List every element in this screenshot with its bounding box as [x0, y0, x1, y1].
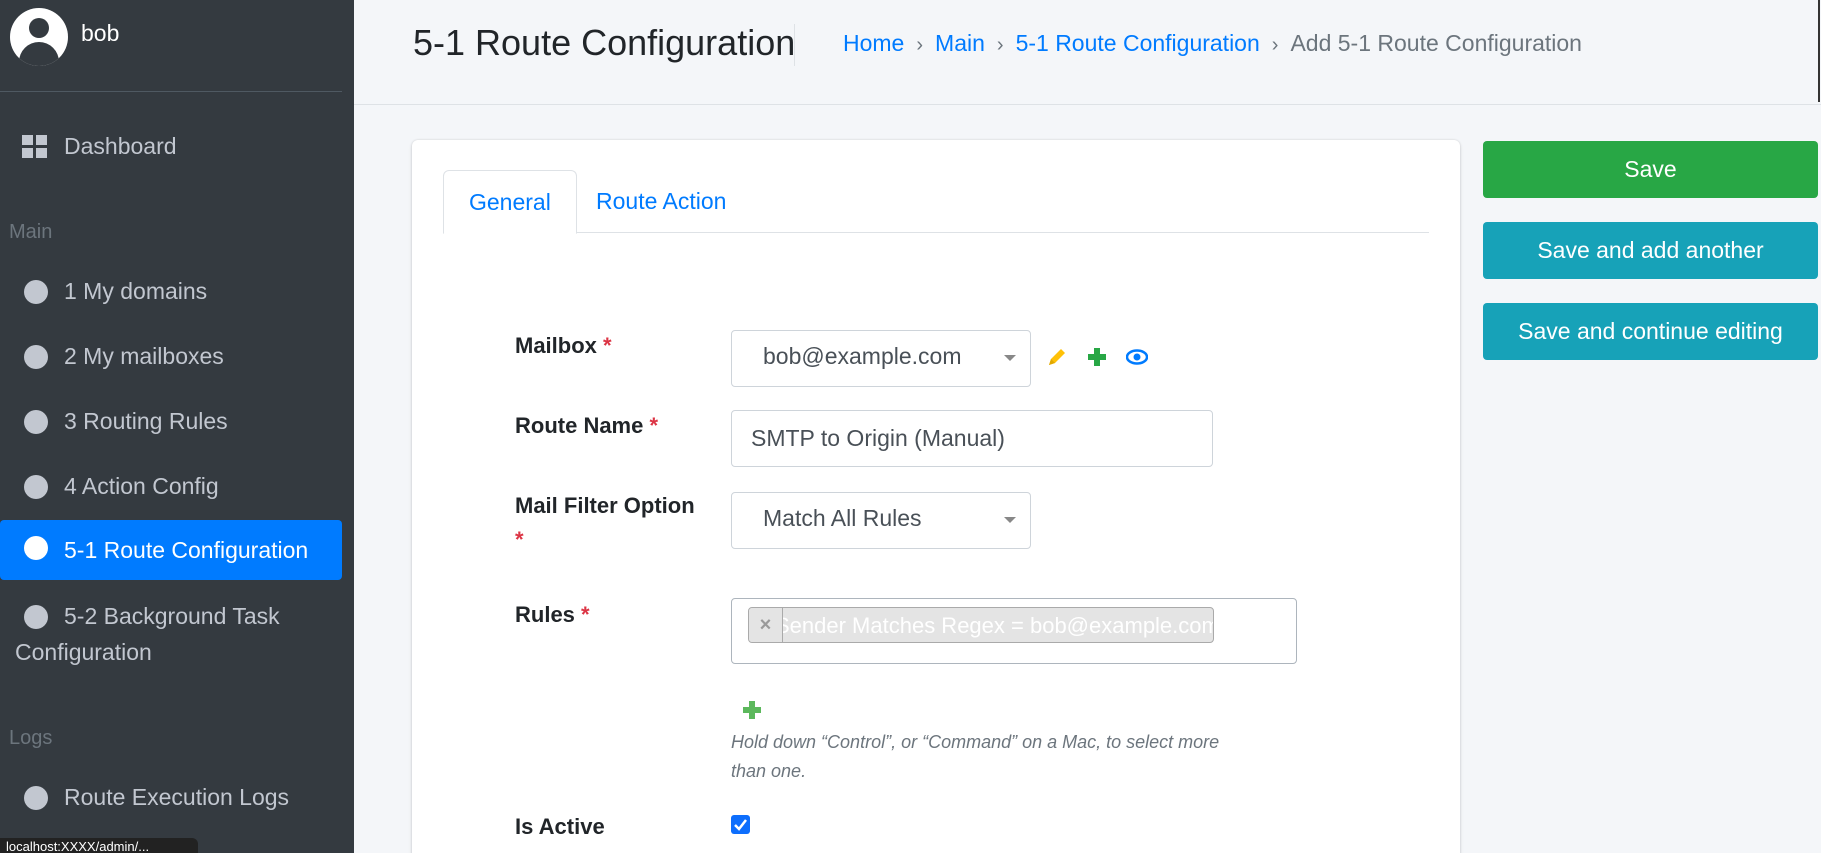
sidebar-item-dashboard[interactable]: Dashboard	[0, 129, 342, 163]
circle-icon	[24, 605, 48, 629]
sidebar-item-label: 2 My mailboxes	[64, 343, 224, 369]
sidebar-item-my-domains[interactable]: 1 My domains	[0, 274, 342, 308]
page-title: 5-1 Route Configuration	[413, 22, 796, 63]
circle-icon	[24, 475, 48, 499]
sidebar-item-my-mailboxes[interactable]: 2 My mailboxes	[0, 339, 342, 373]
sidebar-item-label-line2: Configuration	[15, 639, 152, 665]
sidebar-item-label: 1 My domains	[64, 278, 208, 304]
chevron-down-icon	[1004, 355, 1016, 361]
tab-general[interactable]: General	[443, 170, 577, 234]
route-name-label: Route Name *	[515, 413, 659, 438]
tab-route-action[interactable]: Route Action	[571, 170, 751, 233]
tab-bar: General Route Action	[443, 170, 1429, 234]
is-active-checkbox[interactable]	[731, 815, 750, 834]
title-divider	[794, 24, 795, 66]
save-button[interactable]: Save	[1483, 141, 1818, 198]
is-active-label: Is Active	[515, 814, 605, 839]
view-eye-icon[interactable]	[1125, 346, 1149, 368]
sidebar-section-main: Main	[9, 221, 53, 243]
mail-filter-select[interactable]: Match All Rules	[731, 492, 1031, 549]
add-rule-plus-icon[interactable]	[741, 699, 763, 721]
sidebar-item-routing-rules[interactable]: 3 Routing Rules	[0, 404, 342, 438]
sidebar-item-background-task[interactable]: 5-2 Background Task Configuration	[0, 599, 342, 671]
breadcrumb-current: Add 5-1 Route Configuration	[1290, 30, 1582, 56]
user-panel: bob	[0, 0, 342, 92]
circle-icon	[24, 410, 48, 434]
circle-icon	[24, 280, 48, 304]
sidebar-item-route-configuration[interactable]: 5-1 Route Configuration	[0, 520, 342, 580]
mailbox-label: Mailbox *	[515, 333, 612, 358]
sidebar-item-label: 5-1 Route Configuration	[64, 537, 309, 563]
sidebar-item-label: Dashboard	[64, 133, 177, 159]
rule-chip: Sender Matches Regex = bob@example.com ×	[748, 607, 1214, 643]
circle-icon	[24, 536, 48, 560]
mailbox-select[interactable]: bob@example.com	[731, 330, 1031, 387]
chip-remove-icon[interactable]: ×	[749, 608, 783, 642]
sidebar-item-label: Route Execution Logs	[64, 784, 290, 810]
rule-chip-text: Sender Matches Regex = bob@example.com	[775, 613, 1214, 638]
rules-label: Rules *	[515, 602, 590, 627]
edit-pencil-icon[interactable]	[1046, 346, 1068, 368]
breadcrumb-main[interactable]: Main	[935, 30, 985, 56]
route-name-input[interactable]	[731, 410, 1213, 467]
scrollbar-edge	[1818, 0, 1820, 102]
breadcrumb-home[interactable]: Home	[843, 30, 904, 56]
sidebar-item-route-execution-logs[interactable]: Route Execution Logs	[0, 780, 342, 814]
sidebar-item-action-config[interactable]: 4 Action Config	[0, 469, 342, 503]
sidebar-item-label: 4 Action Config	[64, 473, 219, 499]
sidebar: bob Dashboard Main 1 My domains 2 My mai…	[0, 0, 354, 853]
dashboard-icon	[22, 135, 48, 159]
breadcrumb: Home › Main › 5-1 Route Configuration › Add 5-…	[843, 30, 1582, 57]
add-plus-icon[interactable]	[1086, 346, 1108, 368]
breadcrumb-route-configuration[interactable]: 5-1 Route Configuration	[1016, 30, 1260, 56]
sidebar-item-label: 3 Routing Rules	[64, 408, 228, 434]
username[interactable]: bob	[81, 20, 119, 47]
mail-filter-label: Mail Filter Option	[515, 493, 695, 518]
breadcrumb-separator: ›	[916, 34, 924, 56]
mail-filter-required-mark: *	[515, 527, 524, 552]
sidebar-item-label: 5-2 Background Task	[64, 603, 280, 629]
breadcrumb-separator: ›	[996, 34, 1004, 56]
circle-icon	[24, 786, 48, 810]
rules-multiselect[interactable]: Sender Matches Regex = bob@example.com ×	[731, 598, 1297, 664]
sidebar-section-logs: Logs	[9, 727, 53, 749]
save-and-add-another-button[interactable]: Save and add another	[1483, 222, 1818, 279]
status-url-tooltip: localhost:XXXX/admin/...	[0, 838, 198, 853]
avatar[interactable]	[10, 8, 68, 66]
rules-help-text: Hold down “Control”, or “Command” on a M…	[731, 732, 1220, 781]
save-and-continue-editing-button[interactable]: Save and continue editing	[1483, 303, 1818, 360]
breadcrumb-separator: ›	[1271, 34, 1279, 56]
chevron-down-icon	[1004, 517, 1016, 523]
circle-icon	[24, 345, 48, 369]
